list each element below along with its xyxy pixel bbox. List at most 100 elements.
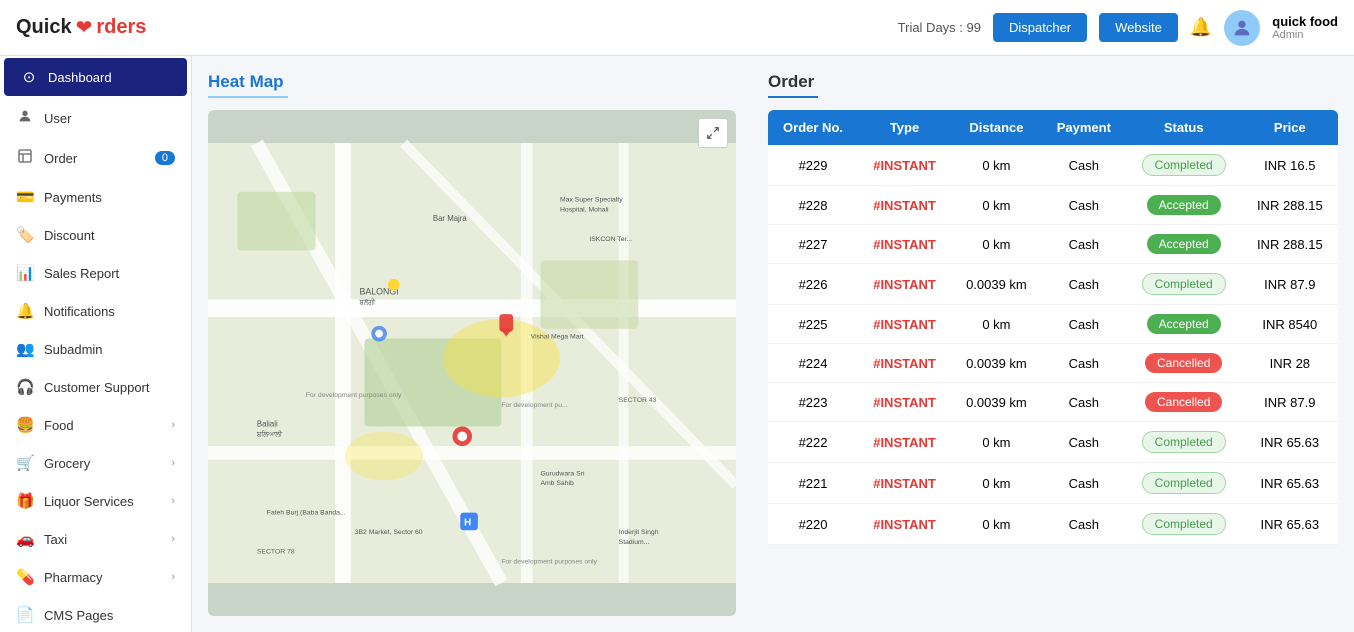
- svg-text:Inderjit Singh: Inderjit Singh: [619, 529, 659, 536]
- table-row[interactable]: #220 #INSTANT 0 km Cash Completed INR 65…: [768, 504, 1338, 545]
- svg-text:3B2 Market, Sector 60: 3B2 Market, Sector 60: [355, 529, 423, 536]
- col-status: Status: [1126, 110, 1242, 145]
- sidebar-item-order[interactable]: Order 0: [0, 138, 191, 178]
- cell-status: Completed: [1126, 463, 1242, 504]
- cell-price: INR 288.15: [1242, 225, 1338, 264]
- customer-support-icon: 🎧: [16, 378, 34, 396]
- cell-distance: 0 km: [951, 504, 1042, 545]
- orders-table: Order No. Type Distance Payment Status P…: [768, 110, 1338, 545]
- cell-status: Cancelled: [1126, 383, 1242, 422]
- sidebar-item-grocery[interactable]: 🛒 Grocery ›: [0, 444, 191, 482]
- cell-price: INR 87.9: [1242, 383, 1338, 422]
- cell-distance: 0.0039 km: [951, 344, 1042, 383]
- order-badge: 0: [155, 151, 175, 165]
- cell-type: #INSTANT: [858, 225, 951, 264]
- sidebar-item-liquor-services[interactable]: 🎁 Liquor Services ›: [0, 482, 191, 520]
- sidebar-item-user[interactable]: User: [0, 98, 191, 138]
- dispatcher-button[interactable]: Dispatcher: [993, 13, 1087, 42]
- cell-type: #INSTANT: [858, 305, 951, 344]
- cell-order-no: #223: [768, 383, 858, 422]
- svg-text:SECTOR 78: SECTOR 78: [257, 549, 295, 556]
- cell-status: Completed: [1126, 504, 1242, 545]
- table-row[interactable]: #222 #INSTANT 0 km Cash Completed INR 65…: [768, 422, 1338, 463]
- sidebar-item-taxi[interactable]: 🚗 Taxi ›: [0, 520, 191, 558]
- sidebar-label-liquor-services: Liquor Services: [44, 494, 161, 509]
- map-expand-button[interactable]: [698, 118, 728, 148]
- sales-report-icon: 📊: [16, 264, 34, 282]
- cell-order-no: #228: [768, 186, 858, 225]
- table-row[interactable]: #228 #INSTANT 0 km Cash Accepted INR 288…: [768, 186, 1338, 225]
- status-badge: Completed: [1142, 431, 1226, 453]
- user-info: quick food Admin: [1272, 14, 1338, 41]
- table-row[interactable]: #227 #INSTANT 0 km Cash Accepted INR 288…: [768, 225, 1338, 264]
- cell-distance: 0 km: [951, 225, 1042, 264]
- sidebar-item-payments[interactable]: 💳 Payments: [0, 178, 191, 216]
- cell-order-no: #225: [768, 305, 858, 344]
- food-icon: 🍔: [16, 416, 34, 434]
- notifications-bell-icon[interactable]: 🔔: [1190, 17, 1212, 38]
- sidebar-item-food[interactable]: 🍔 Food ›: [0, 406, 191, 444]
- sidebar-label-subadmin: Subadmin: [44, 342, 175, 357]
- cell-type: #INSTANT: [858, 264, 951, 305]
- table-row[interactable]: #229 #INSTANT 0 km Cash Completed INR 16…: [768, 145, 1338, 186]
- svg-text:H: H: [464, 517, 471, 528]
- map-container: BALONGI ਬਲੋਂਗੀ Baliali ਬਲਿਆਲੀ Bar Majra …: [208, 110, 736, 616]
- sidebar-item-subadmin[interactable]: 👥 Subadmin: [0, 330, 191, 368]
- sidebar-item-customer-support[interactable]: 🎧 Customer Support: [0, 368, 191, 406]
- logo: Quick❤rders: [16, 15, 146, 40]
- table-row[interactable]: #225 #INSTANT 0 km Cash Accepted INR 854…: [768, 305, 1338, 344]
- cell-type: #INSTANT: [858, 504, 951, 545]
- main-layout: ⊙ Dashboard User Order 0 💳 Payments 🏷️ D…: [0, 56, 1354, 632]
- cell-payment: Cash: [1042, 383, 1126, 422]
- sidebar-label-food: Food: [44, 418, 161, 433]
- taxi-chevron-icon: ›: [171, 533, 175, 545]
- sidebar-label-customer-support: Customer Support: [44, 380, 175, 395]
- sidebar-item-dashboard[interactable]: ⊙ Dashboard: [4, 58, 187, 96]
- cell-type: #INSTANT: [858, 383, 951, 422]
- cell-payment: Cash: [1042, 305, 1126, 344]
- cell-type: #INSTANT: [858, 463, 951, 504]
- svg-text:Hospital, Mohali: Hospital, Mohali: [560, 206, 609, 213]
- status-badge: Completed: [1142, 472, 1226, 494]
- svg-text:Fateh Burj (Baba Banda...: Fateh Burj (Baba Banda...: [267, 510, 346, 517]
- svg-text:ISKCON Ter...: ISKCON Ter...: [589, 236, 632, 243]
- payments-icon: 💳: [16, 188, 34, 206]
- sidebar-item-sales-report[interactable]: 📊 Sales Report: [0, 254, 191, 292]
- table-row[interactable]: #224 #INSTANT 0.0039 km Cash Cancelled I…: [768, 344, 1338, 383]
- order-icon: [16, 148, 34, 168]
- cell-order-no: #227: [768, 225, 858, 264]
- cell-distance: 0 km: [951, 463, 1042, 504]
- col-distance: Distance: [951, 110, 1042, 145]
- order-table[interactable]: Order No. Type Distance Payment Status P…: [768, 110, 1338, 616]
- website-button[interactable]: Website: [1099, 13, 1178, 42]
- cell-payment: Cash: [1042, 186, 1126, 225]
- notifications-icon: 🔔: [16, 302, 34, 320]
- sidebar: ⊙ Dashboard User Order 0 💳 Payments 🏷️ D…: [0, 56, 192, 632]
- grocery-chevron-icon: ›: [171, 457, 175, 469]
- sidebar-item-notifications[interactable]: 🔔 Notifications: [0, 292, 191, 330]
- discount-icon: 🏷️: [16, 226, 34, 244]
- col-type: Type: [858, 110, 951, 145]
- table-row[interactable]: #223 #INSTANT 0.0039 km Cash Cancelled I…: [768, 383, 1338, 422]
- user-icon: [16, 108, 34, 128]
- cell-status: Completed: [1126, 145, 1242, 186]
- sidebar-label-notifications: Notifications: [44, 304, 175, 319]
- sidebar-item-discount[interactable]: 🏷️ Discount: [0, 216, 191, 254]
- cell-price: INR 65.63: [1242, 504, 1338, 545]
- dashboard-icon: ⊙: [20, 68, 38, 86]
- sidebar-item-cms-pages[interactable]: 📄 CMS Pages: [0, 596, 191, 632]
- heatmap-underline: [208, 96, 288, 98]
- avatar: [1224, 10, 1260, 46]
- sidebar-item-pharmacy[interactable]: 💊 Pharmacy ›: [0, 558, 191, 596]
- trial-days: Trial Days : 99: [898, 20, 981, 35]
- liquor-chevron-icon: ›: [171, 495, 175, 507]
- cell-distance: 0.0039 km: [951, 383, 1042, 422]
- table-row[interactable]: #226 #INSTANT 0.0039 km Cash Completed I…: [768, 264, 1338, 305]
- user-name: quick food: [1272, 14, 1338, 29]
- table-row[interactable]: #221 #INSTANT 0 km Cash Completed INR 65…: [768, 463, 1338, 504]
- cell-type: #INSTANT: [858, 344, 951, 383]
- cell-price: INR 65.63: [1242, 422, 1338, 463]
- cell-price: INR 65.63: [1242, 463, 1338, 504]
- cell-type: #INSTANT: [858, 422, 951, 463]
- svg-text:Gurudwara Sri: Gurudwara Sri: [540, 470, 585, 477]
